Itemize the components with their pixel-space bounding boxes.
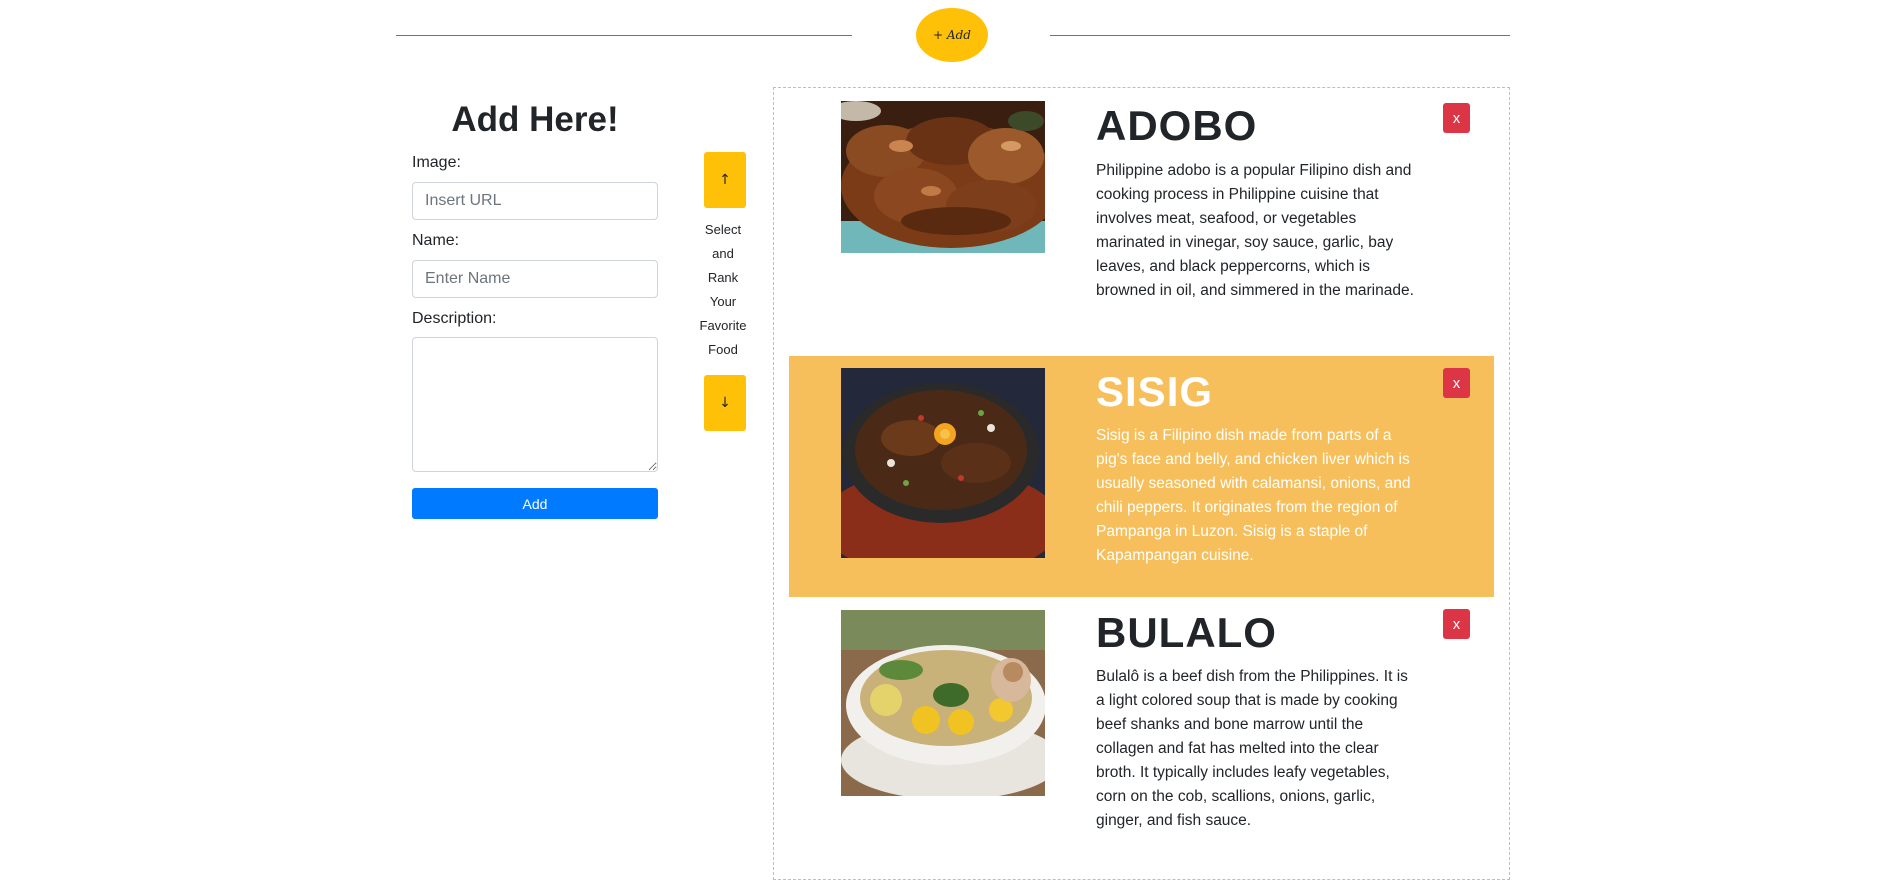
food-description: Philippine adobo is a popular Filipino d… — [1096, 162, 1414, 299]
top-add-button[interactable]: + Add — [916, 8, 988, 62]
food-description: Bulalô is a beef dish from the Philippin… — [1096, 668, 1408, 829]
remove-button[interactable]: x — [1443, 368, 1470, 398]
remove-button[interactable]: x — [1443, 609, 1470, 639]
food-card-sisig[interactable]: SISIG Sisig is a Filipino dish made from… — [789, 356, 1494, 597]
rank-word: Favorite — [699, 318, 747, 333]
rank-word: Select — [704, 222, 742, 237]
submit-add-button[interactable]: Add — [412, 488, 658, 519]
adobo-image — [841, 101, 1045, 253]
rank-word: and — [712, 246, 734, 261]
name-input[interactable] — [412, 260, 658, 298]
description-label: Description: — [412, 310, 497, 327]
remove-button[interactable]: x — [1443, 103, 1470, 133]
rank-word: Your — [709, 294, 737, 309]
description-textarea[interactable] — [412, 337, 658, 472]
bulalo-image — [841, 610, 1045, 796]
move-up-button[interactable]: ↑ — [704, 152, 746, 208]
rank-word: Rank — [707, 270, 739, 285]
name-label: Name: — [412, 232, 460, 249]
divider-right — [1050, 35, 1510, 36]
food-description: Sisig is a Filipino dish made from parts… — [1096, 427, 1411, 564]
rank-instructions: Select and Rank Your Favorite Food — [698, 218, 748, 362]
image-url-input[interactable] — [412, 182, 658, 220]
food-name: ADOBO — [1096, 102, 1258, 149]
sisig-image — [841, 368, 1045, 558]
divider-left — [396, 35, 852, 36]
food-card-bulalo[interactable]: BULALO Bulalô is a beef dish from the Ph… — [789, 597, 1494, 867]
food-name: SISIG — [1096, 368, 1214, 415]
form-title: Add Here! — [451, 100, 619, 139]
food-card-adobo[interactable]: ADOBO Philippine adobo is a popular Fili… — [789, 88, 1494, 354]
image-label: Image: — [412, 154, 461, 171]
move-down-button[interactable]: ↓ — [704, 375, 746, 431]
food-name: BULALO — [1096, 609, 1277, 656]
rank-word: Food — [708, 342, 738, 357]
food-list: ADOBO Philippine adobo is a popular Fili… — [773, 87, 1510, 880]
